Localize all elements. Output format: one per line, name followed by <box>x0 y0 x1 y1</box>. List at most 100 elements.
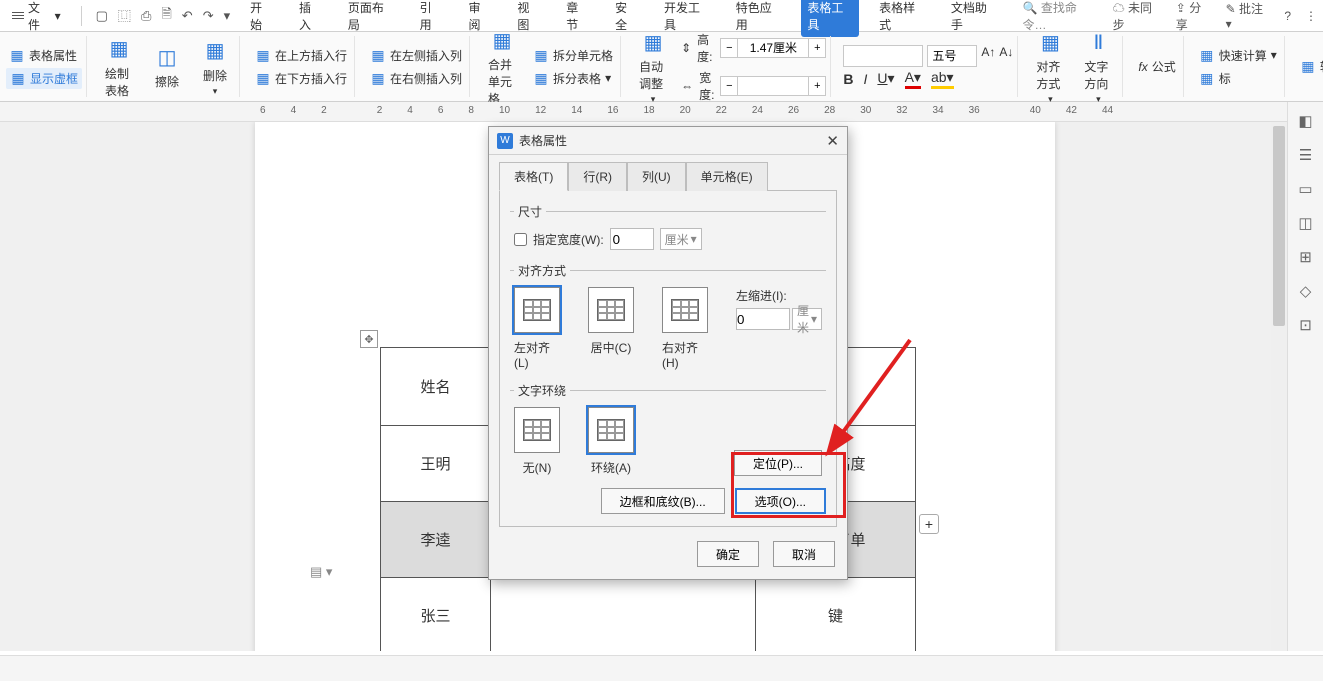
height-decrement[interactable]: − <box>720 38 738 58</box>
side-panel: ◧ ☰ ▭ ◫ ⊞ ◇ ⊡ <box>1287 102 1323 651</box>
width-unit-select[interactable]: 厘米▾ <box>660 228 702 250</box>
split-table-button[interactable]: ▦拆分表格▾ <box>530 68 616 89</box>
insert-row-below-button[interactable]: ▦在下方插入行 <box>252 68 350 89</box>
alignment-button[interactable]: ▦对齐方式▾ <box>1030 26 1070 107</box>
menu-tab[interactable]: 开始 <box>244 0 279 37</box>
insert-col-right-button[interactable]: ▦在右侧插入列 <box>367 68 465 89</box>
font-shrink-icon[interactable]: A↓ <box>999 45 1013 67</box>
menu-tab[interactable]: 插入 <box>293 0 328 37</box>
width-increment[interactable]: + <box>808 76 826 96</box>
more-icon[interactable]: ⋮ <box>1305 9 1317 23</box>
add-column-button[interactable]: + <box>919 514 939 534</box>
options-button[interactable]: 选项(O)... <box>735 488 826 514</box>
panel-icon[interactable]: ⊡ <box>1299 316 1312 334</box>
wrap-around-option[interactable]: 环绕(A) <box>588 407 634 476</box>
open-icon[interactable]: ⿶ <box>118 6 131 25</box>
indent-input[interactable] <box>736 308 790 330</box>
table-properties-button[interactable]: ▦表格属性 <box>6 45 82 66</box>
border-shading-button[interactable]: 边框和底纹(B)... <box>601 488 725 514</box>
font-color-button[interactable]: A▾ <box>905 69 921 89</box>
wrap-none-option[interactable]: 无(N) <box>514 407 560 476</box>
print-icon[interactable]: ⎙ <box>141 8 151 24</box>
heading-button[interactable]: ▦标 <box>1196 68 1280 89</box>
table-cell[interactable]: 姓名 <box>381 348 491 426</box>
new-icon[interactable]: ▢ <box>96 8 108 24</box>
table-cell[interactable]: 张三 <box>381 578 491 652</box>
ok-button[interactable]: 确定 <box>697 541 759 567</box>
bold-button[interactable]: B <box>843 71 853 87</box>
convert-button[interactable]: ▦转 <box>1297 56 1323 77</box>
dialog-tab[interactable]: 行(R) <box>568 162 627 191</box>
panel-icon[interactable]: ⊞ <box>1299 248 1312 266</box>
align-center-option[interactable]: 居中(C) <box>588 287 634 356</box>
text-direction-button[interactable]: Ⅱ文字方向▾ <box>1078 26 1118 107</box>
sync-button[interactable]: ☁ 未同步 <box>1113 0 1162 33</box>
size-legend: 尺寸 <box>514 203 546 220</box>
specify-width-checkbox[interactable] <box>514 233 527 246</box>
height-input[interactable] <box>738 38 808 58</box>
scrollbar-thumb[interactable] <box>1273 126 1285 326</box>
panel-icon[interactable]: ◧ <box>1298 112 1312 130</box>
file-menu[interactable]: 文件 ▾ <box>6 0 67 33</box>
undo-icon[interactable]: ↶ <box>182 8 193 24</box>
menu-tab[interactable]: 页面布局 <box>342 0 400 37</box>
indent-unit-select[interactable]: 厘米▾ <box>792 308 822 330</box>
specify-width-label: 指定宽度(W): <box>533 231 604 248</box>
menu-tab[interactable]: 章节 <box>560 0 595 37</box>
menu-tab[interactable]: 表格样式 <box>873 0 931 37</box>
quick-calc-button[interactable]: ▦快速计算▾ <box>1196 45 1280 66</box>
comment-button[interactable]: ✎ 批注 ▾ <box>1226 0 1271 31</box>
font-family-select[interactable] <box>843 45 923 67</box>
chevron-down-icon: ▾ <box>213 86 218 97</box>
table-cell[interactable]: 王明 <box>381 426 491 502</box>
dialog-tab[interactable]: 单元格(E) <box>686 162 768 191</box>
cancel-button[interactable]: 取消 <box>773 541 835 567</box>
width-decrement[interactable]: − <box>720 76 738 96</box>
panel-icon[interactable]: ◇ <box>1300 282 1312 300</box>
more-icon[interactable]: ▾ <box>224 8 231 24</box>
dialog-tab[interactable]: 表格(T) <box>499 162 568 191</box>
underline-button[interactable]: U▾ <box>877 70 894 87</box>
dialog-titlebar[interactable]: W 表格属性 ✕ <box>489 127 847 155</box>
font-size-select[interactable] <box>927 45 977 67</box>
align-left-option[interactable]: 左对齐(L) <box>514 287 560 370</box>
show-gridlines-button[interactable]: ▦显示虚框 <box>6 68 82 89</box>
menu-tab[interactable]: 引用 <box>414 0 449 37</box>
table-move-handle[interactable]: ✥ <box>360 330 378 348</box>
row-height-icon: ⇕ <box>681 41 691 55</box>
menu-tab[interactable]: 文档助手 <box>945 0 1003 37</box>
paragraph-mark-icon: ▤ ▾ <box>310 564 332 580</box>
font-grow-icon[interactable]: A↑ <box>981 45 995 67</box>
width-input[interactable] <box>738 76 808 96</box>
merge-cells-button[interactable]: ▦合并单元格 <box>482 24 522 109</box>
delete-button[interactable]: ▦删除▾ <box>195 35 235 99</box>
vertical-scrollbar[interactable] <box>1271 122 1287 651</box>
highlight-button[interactable]: ab▾ <box>931 69 954 89</box>
table-cell[interactable]: 键 <box>756 578 916 652</box>
width-label: 宽度: <box>699 69 714 103</box>
position-button[interactable]: 定位(P)... <box>734 450 822 476</box>
table-cell[interactable] <box>491 578 756 652</box>
preview-icon[interactable]: 🗎 <box>161 5 171 27</box>
wrap-legend: 文字环绕 <box>514 382 570 399</box>
share-button[interactable]: ⇪ 分享 <box>1176 0 1212 33</box>
panel-icon[interactable]: ▭ <box>1298 180 1312 198</box>
help-icon[interactable]: ? <box>1284 9 1291 23</box>
redo-icon[interactable]: ↷ <box>203 8 214 24</box>
close-icon[interactable]: ✕ <box>826 132 839 150</box>
italic-button[interactable]: I <box>864 71 868 87</box>
formula-button[interactable]: fx 公式 <box>1135 56 1178 77</box>
draw-table-button[interactable]: ▦绘制表格 <box>99 33 139 101</box>
align-right-option[interactable]: 右对齐(H) <box>662 287 708 370</box>
panel-icon[interactable]: ◫ <box>1298 214 1312 232</box>
table-cell[interactable]: 李逵 <box>381 502 491 578</box>
height-increment[interactable]: + <box>808 38 826 58</box>
dialog-tab[interactable]: 列(U) <box>627 162 686 191</box>
insert-col-left-button[interactable]: ▦在左侧插入列 <box>367 45 465 66</box>
autofit-button[interactable]: ▦自动调整▾ <box>633 26 673 107</box>
insert-row-above-button[interactable]: ▦在上方插入行 <box>252 45 350 66</box>
eraser-button[interactable]: ◫擦除 <box>147 41 187 92</box>
width-value-input[interactable] <box>610 228 654 250</box>
split-cells-button[interactable]: ▦拆分单元格 <box>530 45 616 66</box>
panel-icon[interactable]: ☰ <box>1299 146 1312 164</box>
